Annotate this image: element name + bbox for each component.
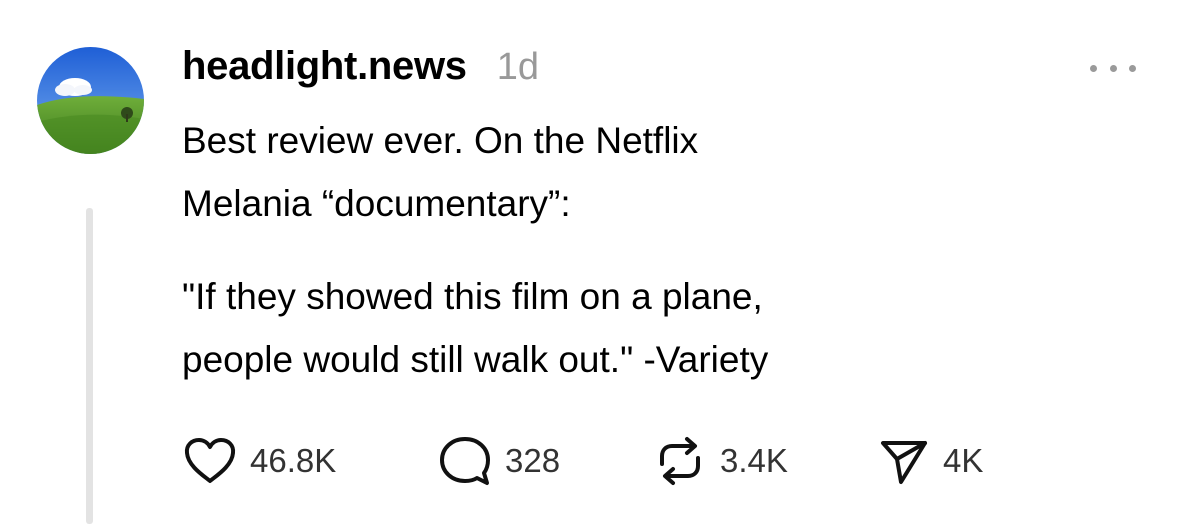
username[interactable]: headlight.news [182, 44, 467, 89]
avatar[interactable] [37, 47, 144, 154]
repost-count: 3.4K [720, 442, 788, 479]
more-options-icon[interactable] [1090, 56, 1136, 80]
thread-line [86, 208, 93, 524]
post-header: headlight.news 1d [182, 44, 539, 96]
send-paper-plane-icon [877, 434, 931, 488]
like-button[interactable]: 46.8K [182, 433, 336, 489]
heart-icon [182, 436, 238, 486]
post-text-line: "If they showed this film on a plane, [182, 276, 763, 317]
repost-button[interactable]: 3.4K [652, 433, 788, 489]
share-count: 4K [943, 442, 984, 479]
comment-bubble-icon [437, 434, 493, 488]
repost-arrows-icon [652, 434, 708, 488]
post-text-line: people would still walk out." -Variety [182, 339, 769, 380]
timestamp: 1d [496, 46, 540, 88]
share-button[interactable]: 4K [877, 433, 983, 489]
post-text-line: Best review ever. On the Netflix [182, 120, 699, 161]
reply-button[interactable]: 328 [437, 433, 560, 489]
reply-count: 328 [505, 442, 561, 479]
like-count: 46.8K [250, 442, 337, 479]
post-text-line: Melania “documentary”: [182, 183, 571, 224]
thread-post: headlight.news 1d Best review ever. On t… [0, 0, 1179, 524]
more-dot [1109, 64, 1117, 72]
more-dot [1129, 64, 1136, 72]
more-dot [1090, 64, 1097, 72]
landscape-avatar-icon [37, 47, 144, 154]
